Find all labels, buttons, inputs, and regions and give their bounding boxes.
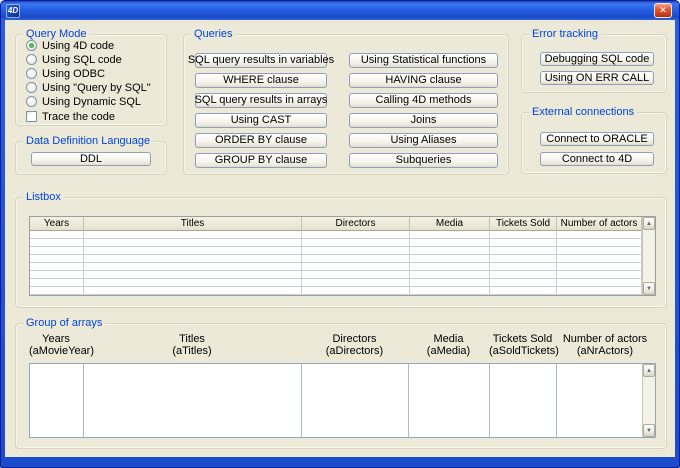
order-by-clause-button[interactable]: ORDER BY clause xyxy=(195,133,327,148)
group-ddl: Data Definition Language DDL xyxy=(15,141,167,175)
array-list-titles[interactable] xyxy=(84,364,302,437)
sql-query-results-in-arrays-button[interactable]: SQL query results in arrays xyxy=(195,93,327,108)
arrays-list-area: ▲ ▼ xyxy=(29,363,656,438)
connect-to-oracle-button[interactable]: Connect to ORACLE xyxy=(540,132,654,146)
using-cast-button[interactable]: Using CAST xyxy=(195,113,327,128)
listbox-column-number-of-actors: Number of actors xyxy=(557,217,642,295)
array-label-number-of-actors: Number of actors(aNrActors) xyxy=(556,333,654,357)
app-window: 4D ✕ Query Mode Using 4D code Using SQL … xyxy=(0,0,680,468)
array-list-number-of-actors[interactable]: ▲ ▼ xyxy=(557,364,655,437)
checkbox-trace-the-code[interactable]: Trace the code xyxy=(26,110,115,123)
listbox-column-years: Years xyxy=(30,217,84,295)
listbox-column-tickets-sold: Tickets Sold xyxy=(490,217,557,295)
array-label-titles: Titles(aTitles) xyxy=(83,333,301,357)
using-statistical-functions-button[interactable]: Using Statistical functions xyxy=(349,53,498,68)
group-ddl-title: Data Definition Language xyxy=(23,135,153,148)
listbox-table: Years Titles Directors Media Tickets Sol… xyxy=(29,216,656,296)
group-by-clause-button[interactable]: GROUP BY clause xyxy=(195,153,327,168)
group-query-mode: Query Mode Using 4D code Using SQL code … xyxy=(15,34,167,126)
checkbox-icon xyxy=(26,111,37,122)
scroll-up-icon[interactable]: ▲ xyxy=(643,217,655,230)
debugging-sql-code-button[interactable]: Debugging SQL code xyxy=(540,52,654,66)
checkbox-label: Trace the code xyxy=(42,111,115,123)
radio-label: Using "Query by SQL" xyxy=(42,82,151,94)
listbox-body-directors[interactable] xyxy=(302,231,410,295)
array-list-tickets-sold[interactable] xyxy=(490,364,557,437)
group-external-connections-title: External connections xyxy=(529,106,637,119)
listbox-body-number-of-actors[interactable] xyxy=(557,231,642,295)
sql-query-results-in-variables-button[interactable]: SQL query results in variables xyxy=(195,53,327,68)
radio-using-dynamic-sql[interactable]: Using Dynamic SQL xyxy=(26,95,141,108)
radio-label: Using Dynamic SQL xyxy=(42,96,141,108)
listbox-header-directors[interactable]: Directors xyxy=(302,217,410,231)
listbox-column-titles: Titles xyxy=(84,217,302,295)
listbox-header-media[interactable]: Media xyxy=(410,217,490,231)
array-label-media: Media(aMedia) xyxy=(408,333,489,357)
arrays-vertical-scrollbar[interactable]: ▲ ▼ xyxy=(642,364,655,437)
ddl-button[interactable]: DDL xyxy=(31,152,151,166)
radio-icon xyxy=(26,40,37,51)
subqueries-button[interactable]: Subqueries xyxy=(349,153,498,168)
title-bar[interactable]: 4D ✕ xyxy=(1,1,679,20)
listbox-vertical-scrollbar[interactable]: ▲ ▼ xyxy=(642,217,655,295)
array-label-years: Years(aMovieYear) xyxy=(29,333,83,357)
having-clause-button[interactable]: HAVING clause xyxy=(349,73,498,88)
radio-icon xyxy=(26,96,37,107)
listbox-body-tickets-sold[interactable] xyxy=(490,231,557,295)
scroll-up-icon[interactable]: ▲ xyxy=(643,364,655,377)
where-clause-button[interactable]: WHERE clause xyxy=(195,73,327,88)
listbox-column-media: Media xyxy=(410,217,490,295)
radio-using-query-by-sql[interactable]: Using "Query by SQL" xyxy=(26,81,151,94)
listbox-header-years[interactable]: Years xyxy=(30,217,84,231)
array-list-media[interactable] xyxy=(409,364,490,437)
array-list-years[interactable] xyxy=(30,364,84,437)
connect-to-4d-button[interactable]: Connect to 4D xyxy=(540,152,654,166)
joins-button[interactable]: Joins xyxy=(349,113,498,128)
radio-icon xyxy=(26,82,37,93)
listbox-body-media[interactable] xyxy=(410,231,490,295)
radio-icon xyxy=(26,54,37,65)
listbox-header-number-of-actors[interactable]: Number of actors xyxy=(557,217,642,231)
array-list-directors[interactable] xyxy=(302,364,409,437)
listbox-header-titles[interactable]: Titles xyxy=(84,217,302,231)
close-button[interactable]: ✕ xyxy=(654,3,672,18)
using-on-err-call-button[interactable]: Using ON ERR CALL xyxy=(540,71,654,85)
scroll-down-icon[interactable]: ▼ xyxy=(643,424,655,437)
scroll-down-icon[interactable]: ▼ xyxy=(643,282,655,295)
array-label-directors: Directors(aDirectors) xyxy=(301,333,408,357)
using-aliases-button[interactable]: Using Aliases xyxy=(349,133,498,148)
radio-label: Using SQL code xyxy=(42,54,122,66)
app-4d-icon[interactable]: 4D xyxy=(6,4,20,18)
group-error-tracking-title: Error tracking xyxy=(529,28,601,41)
listbox-body-titles[interactable] xyxy=(84,231,302,295)
radio-using-odbc[interactable]: Using ODBC xyxy=(26,67,105,80)
listbox-body-years[interactable] xyxy=(30,231,84,295)
listbox-column-directors: Directors xyxy=(302,217,410,295)
group-external-connections: External connections Connect to ORACLE C… xyxy=(521,112,667,174)
calling-4d-methods-button[interactable]: Calling 4D methods xyxy=(349,93,498,108)
group-error-tracking: Error tracking Debugging SQL code Using … xyxy=(521,34,667,93)
radio-label: Using ODBC xyxy=(42,68,105,80)
group-queries-title: Queries xyxy=(191,28,236,41)
radio-label: Using 4D code xyxy=(42,40,114,52)
listbox-header-tickets-sold[interactable]: Tickets Sold xyxy=(490,217,557,231)
group-listbox-title: Listbox xyxy=(23,191,64,204)
radio-using-4d-code[interactable]: Using 4D code xyxy=(26,39,114,52)
group-of-arrays-title: Group of arrays xyxy=(23,317,105,330)
radio-icon xyxy=(26,68,37,79)
radio-using-sql-code[interactable]: Using SQL code xyxy=(26,53,122,66)
array-label-tickets-sold: Tickets Sold(aSoldTickets) xyxy=(489,333,556,357)
group-queries: Queries SQL query results in variables W… xyxy=(183,34,509,175)
